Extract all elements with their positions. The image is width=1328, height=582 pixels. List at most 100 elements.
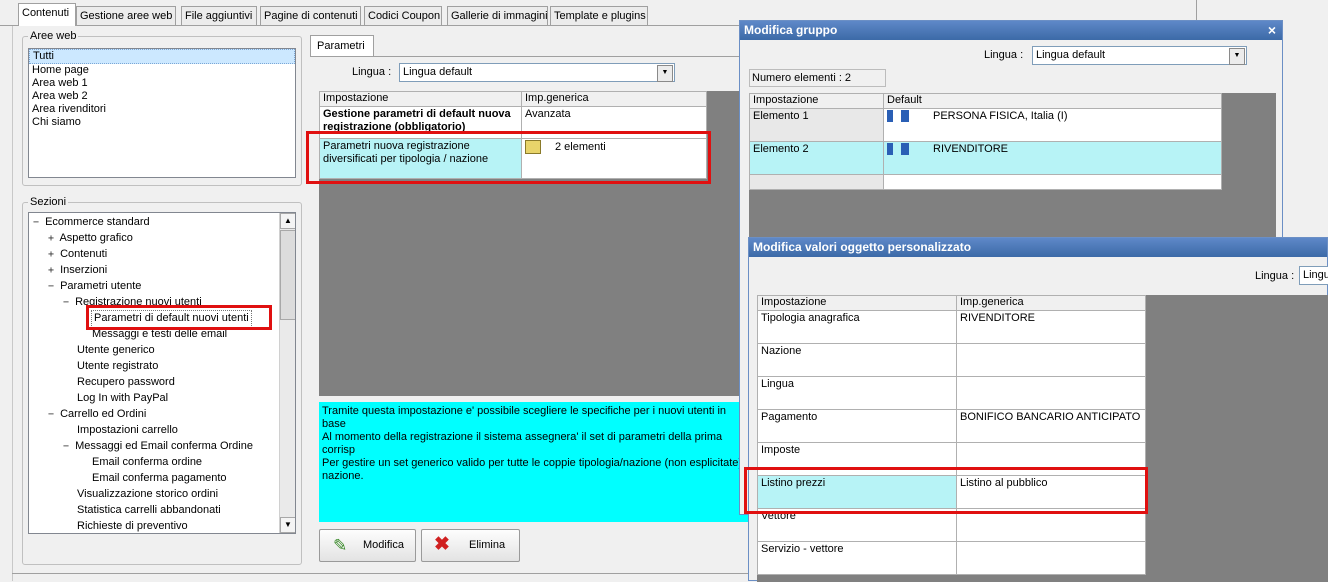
tree-node-carrello-ed-ordini[interactable]: − Carrello ed Ordini	[48, 406, 146, 422]
list-item[interactable]: Tutti	[29, 49, 295, 64]
expand-icon[interactable]: +	[48, 231, 57, 247]
close-icon[interactable]: ×	[1268, 22, 1276, 38]
tree-node-log-in-with-paypal[interactable]: Log In with PayPal	[77, 390, 168, 406]
modifica-valori-titlebar: Modifica valori oggetto personalizzato	[749, 238, 1327, 257]
tree-node-messaggi-ed-email-conferma-ordine[interactable]: − Messaggi ed Email conferma Ordine	[63, 438, 253, 454]
tab-parametri[interactable]: Parametri	[310, 35, 374, 57]
elemento2-label: Elemento 2	[749, 141, 884, 175]
expand-icon[interactable]: +	[48, 263, 57, 279]
tab-template-e-plugins[interactable]: Template e plugins	[550, 6, 648, 25]
tab-file-aggiuntivi[interactable]: File aggiuntivi	[181, 6, 257, 25]
list-item[interactable]: Area rivenditori	[29, 103, 295, 116]
empty-row	[883, 174, 1222, 190]
highlight-tree-node	[86, 305, 272, 330]
lingua-select[interactable]: Lingua default ▼	[399, 63, 675, 82]
tree-node-label: Inserzioni	[60, 264, 108, 276]
nazione-label: Nazione	[757, 343, 957, 377]
edit-icon: ✎	[333, 536, 348, 555]
column-header[interactable]: Default	[883, 93, 1222, 109]
gruppo-grid: Impostazione Default Elemento 1 PERSONA F…	[749, 93, 1222, 190]
scroll-up-icon[interactable]: ▲	[280, 213, 295, 229]
aree-web-list[interactable]: Tutti Home page Area web 1 Area web 2 Ar…	[28, 48, 296, 178]
modifica-gruppo-titlebar: Modifica gruppo	[740, 21, 1282, 40]
modifica-valori-window: Modifica valori oggetto personalizzato L…	[748, 237, 1328, 582]
tree-node-parametri-utente[interactable]: − Parametri utente	[48, 278, 141, 294]
collapse-icon[interactable]: −	[33, 215, 42, 231]
servizio-vettore-value[interactable]	[956, 541, 1146, 575]
collapse-icon[interactable]: −	[48, 407, 57, 423]
column-header[interactable]: Imp.generica	[956, 295, 1146, 311]
info-line: Per gestire un set generico valido per t…	[322, 457, 743, 469]
scroll-down-icon[interactable]: ▼	[280, 517, 295, 533]
elimina-button[interactable]: ✖ Elimina	[421, 529, 520, 562]
modifica-button[interactable]: ✎ Modifica	[319, 529, 416, 562]
valori-lingua-select[interactable]: Lingua	[1299, 266, 1328, 285]
chevron-down-icon[interactable]: ▼	[1229, 48, 1245, 65]
list-item[interactable]: Area web 2	[29, 90, 295, 103]
aree-web-label: Aree web	[28, 30, 79, 42]
tree-node-impostazioni-carrello[interactable]: Impostazioni carrello	[77, 422, 178, 438]
elemento1-text: PERSONA FISICA, Italia (I)	[933, 110, 1068, 122]
tab-gallerie-di-immagini[interactable]: Gallerie di immagini	[447, 6, 548, 25]
column-header[interactable]: Impostazione	[319, 91, 522, 107]
tree-node-ecommerce-standard[interactable]: − Ecommerce standard	[33, 214, 150, 230]
column-header[interactable]: Impostazione	[757, 295, 957, 311]
collapse-icon[interactable]: −	[63, 295, 72, 311]
tree-node-label: Messaggi ed Email conferma Ordine	[75, 440, 253, 452]
lingua-row-label: Lingua	[757, 376, 957, 410]
tree-node-recupero-password[interactable]: Recupero password	[77, 374, 175, 390]
tipologia-label: Tipologia anagrafica	[757, 310, 957, 344]
modifica-label: Modifica	[363, 539, 404, 551]
column-header[interactable]: Impostazione	[749, 93, 884, 109]
gruppo-lingua-label: Lingua :	[984, 49, 1024, 61]
numero-elementi: Numero elementi : 2	[749, 69, 886, 87]
tree-node-inserzioni[interactable]: + Inserzioni	[48, 262, 107, 278]
tree-node-utente-registrato[interactable]: Utente registrato	[77, 358, 158, 374]
sezioni-label: Sezioni	[28, 196, 69, 208]
expand-icon[interactable]: +	[48, 247, 57, 263]
hierarchy-icon[interactable]	[887, 143, 909, 156]
elemento2-text: RIVENDITORE	[933, 143, 1008, 155]
gruppo-lingua-select[interactable]: Lingua default ▼	[1032, 46, 1247, 65]
gruppo-lingua-value: Lingua default	[1036, 49, 1106, 61]
tab-codici-coupon[interactable]: Codici Coupon	[364, 6, 442, 25]
list-item[interactable]: Home page	[29, 64, 295, 77]
tree-node-statistica-carrelli-abbandonati[interactable]: Statistica carrelli abbandonati	[77, 502, 221, 518]
tab-gestione-aree-web[interactable]: Gestione aree web	[76, 6, 176, 25]
tree-node-email-conferma-pagamento[interactable]: Email conferma pagamento	[92, 470, 227, 486]
valori-lingua-label: Lingua :	[1255, 270, 1295, 282]
tree-node-utente-generico[interactable]: Utente generico	[77, 342, 155, 358]
column-header[interactable]: Imp.generica	[521, 91, 707, 107]
tree-node-email-conferma-ordine[interactable]: Email conferma ordine	[92, 454, 202, 470]
nazione-value[interactable]	[956, 343, 1146, 377]
tab-pagine-di-contenuti[interactable]: Pagine di contenuti	[260, 6, 361, 25]
tree-node-richieste-di-preventivo[interactable]: Richieste di preventivo	[77, 518, 188, 533]
scroll-thumb[interactable]	[280, 230, 295, 320]
info-line: nazione.	[322, 470, 364, 482]
tree-node-aspetto-grafico[interactable]: + Aspetto grafico	[48, 230, 133, 246]
highlight-row2	[306, 131, 711, 184]
tree-node-label: Ecommerce standard	[45, 216, 150, 228]
elimina-label: Elimina	[469, 539, 506, 551]
hierarchy-icon[interactable]	[887, 110, 909, 123]
tree-node-label: Aspetto grafico	[59, 232, 133, 244]
lingua-row-value[interactable]	[956, 376, 1146, 410]
collapse-icon[interactable]: −	[48, 279, 57, 295]
collapse-icon[interactable]: −	[63, 439, 72, 455]
tree-node-visualizzazione-storico-ordini[interactable]: Visualizzazione storico ordini	[77, 486, 218, 502]
list-item[interactable]: Area web 1	[29, 77, 295, 90]
tab-contenuti[interactable]: Contenuti	[18, 3, 76, 26]
list-item[interactable]: Chi siamo	[29, 116, 295, 129]
tree-scrollbar[interactable]: ▲ ▼	[279, 213, 295, 533]
elemento1-value[interactable]: PERSONA FISICA, Italia (I)	[883, 108, 1222, 142]
tree-node-contenuti[interactable]: + Contenuti	[48, 246, 107, 262]
sezioni-tree[interactable]: − Ecommerce standard + Aspetto grafico +…	[28, 212, 296, 534]
elemento2-value[interactable]: RIVENDITORE	[883, 141, 1222, 175]
tipologia-value[interactable]: RIVENDITORE	[956, 310, 1146, 344]
pagamento-value[interactable]: BONIFICO BANCARIO ANTICIPATO	[956, 409, 1146, 443]
delete-icon: ✖	[434, 534, 450, 555]
chevron-down-icon[interactable]: ▼	[657, 65, 673, 82]
tree-node-label: Carrello ed Ordini	[60, 408, 147, 420]
elemento1-label: Elemento 1	[749, 108, 884, 142]
info-line: Al momento della registrazione il sistem…	[322, 431, 723, 456]
